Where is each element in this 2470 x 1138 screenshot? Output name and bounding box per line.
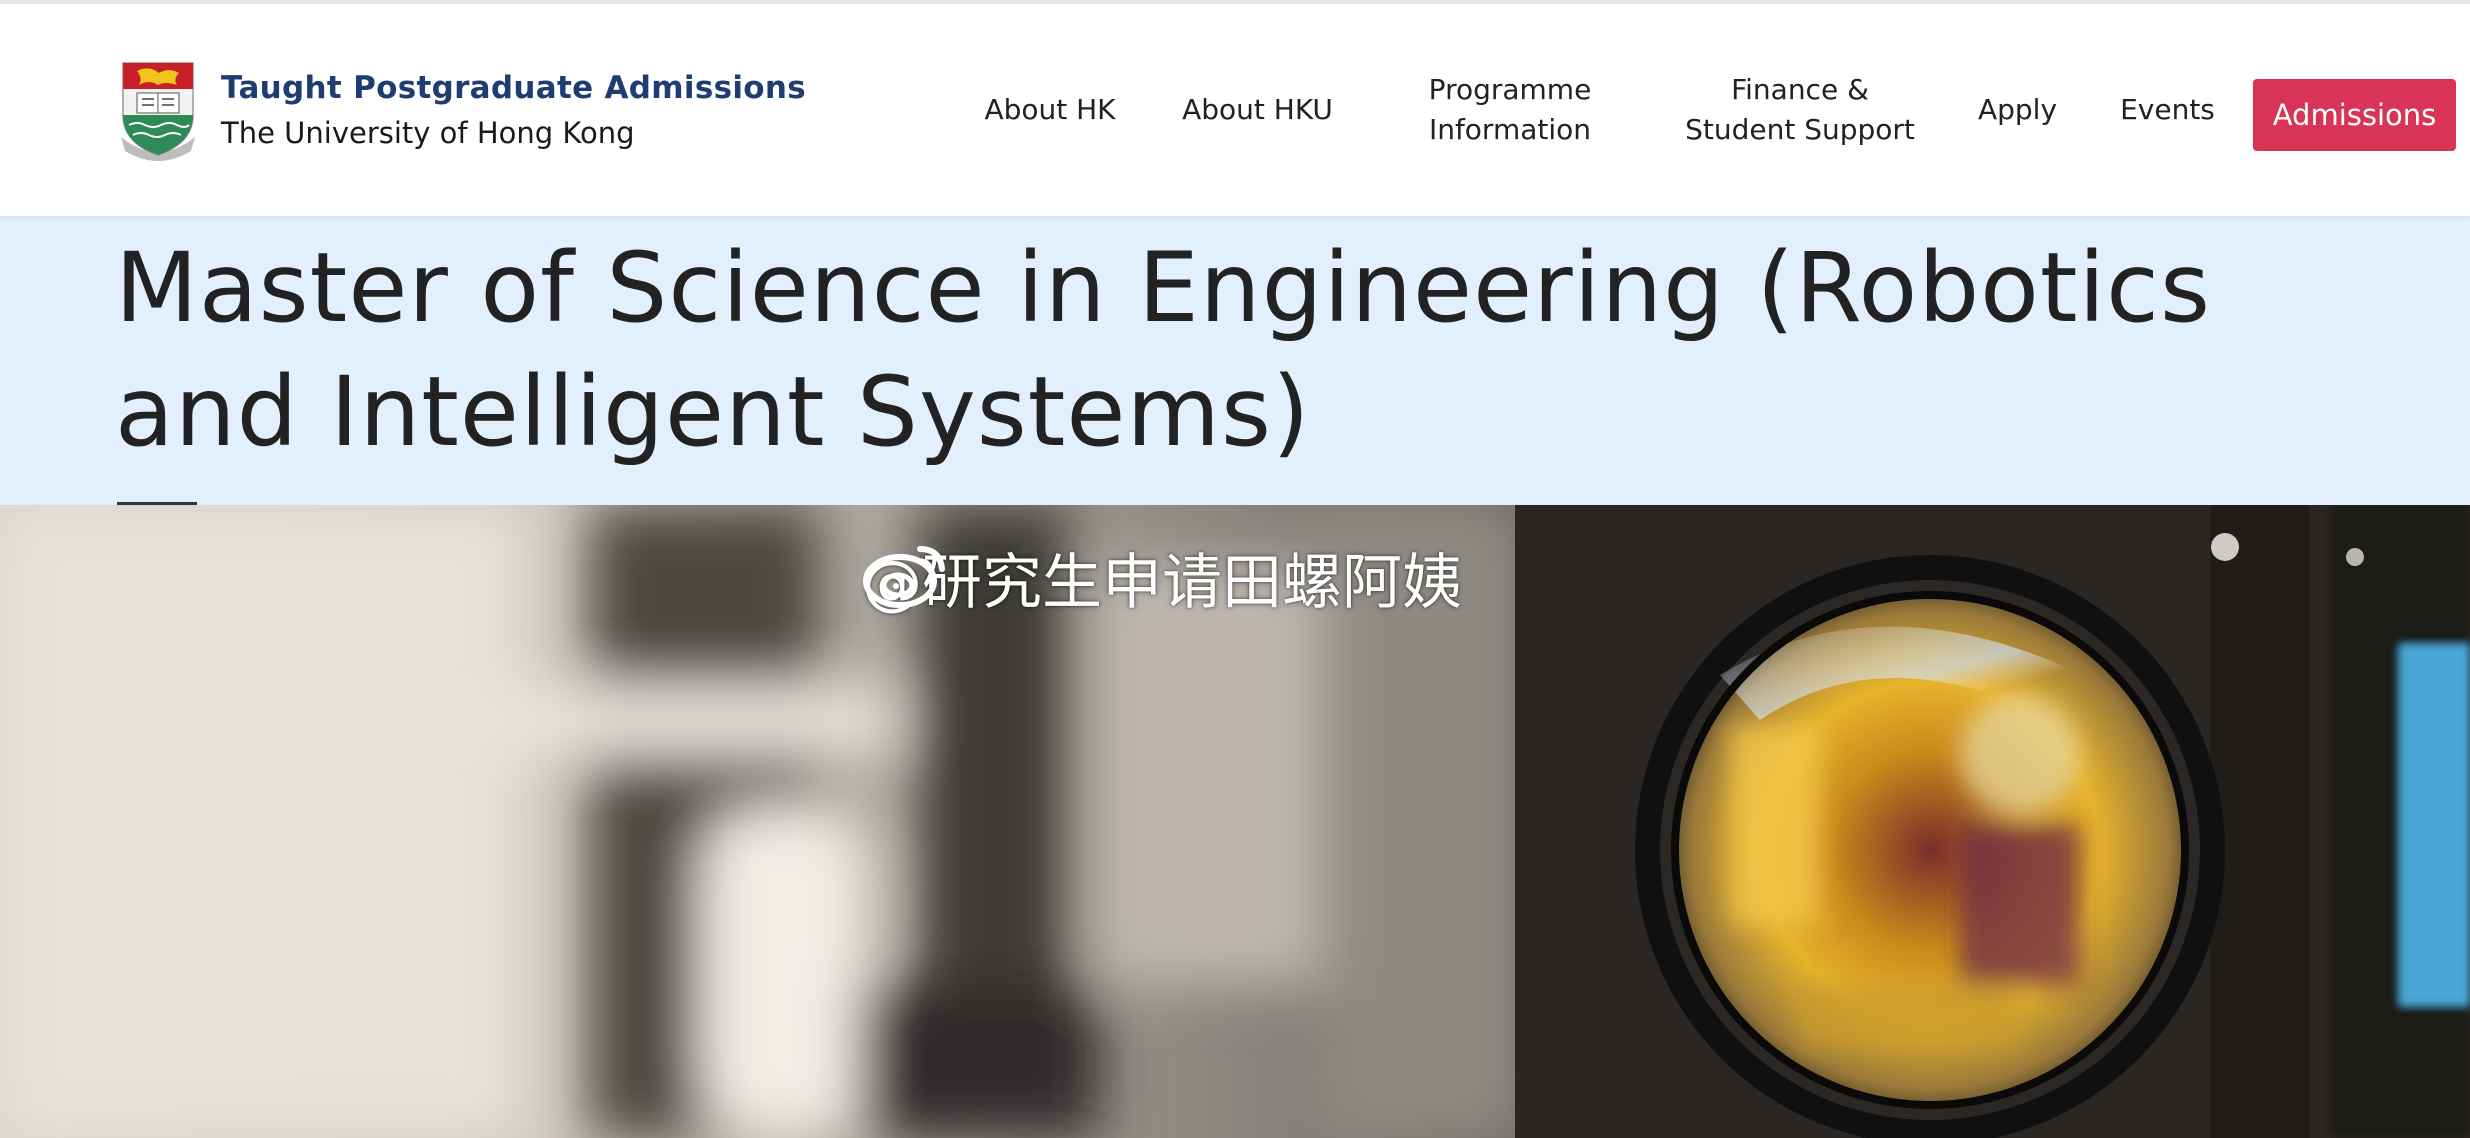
admissions-button[interactable]: Admissions <box>2253 79 2456 151</box>
page: Taught Postgraduate Admissions The Unive… <box>0 0 2470 1138</box>
watermark: @研究生申请田螺阿姨 <box>862 535 1462 619</box>
nav-programme-information[interactable]: Programme Information <box>1400 4 1620 216</box>
nav-apply[interactable]: Apply <box>1965 4 2070 216</box>
nav-programme-line1: Programme <box>1428 73 1592 106</box>
hero-image: @研究生申请田螺阿姨 <box>0 505 2470 1138</box>
nav-finance-label: Finance & Student Support <box>1685 70 1915 150</box>
title-band: Master of Science in Engineering (Roboti… <box>0 212 2470 505</box>
nav-about-hku[interactable]: About HKU <box>1170 4 1345 216</box>
nav-programme-label: Programme Information <box>1429 70 1592 150</box>
nav-events[interactable]: Events <box>2110 4 2225 216</box>
nav-programme-line2: Information <box>1428 113 1592 146</box>
main-nav: About HK About HKU Programme Information… <box>0 4 2470 216</box>
title-underline <box>117 502 197 505</box>
weibo-icon <box>863 546 945 608</box>
site-header: Taught Postgraduate Admissions The Unive… <box>0 0 2470 216</box>
nav-finance-line2: Student Support <box>1685 113 1915 146</box>
watermark-text: @研究生申请田螺阿姨 <box>862 547 1462 618</box>
nav-finance-student-support[interactable]: Finance & Student Support <box>1665 4 1935 216</box>
page-title: Master of Science in Engineering (Roboti… <box>115 232 2211 468</box>
nav-finance-line1: Finance & <box>1731 73 1869 106</box>
nav-about-hk[interactable]: About HK <box>970 4 1130 216</box>
